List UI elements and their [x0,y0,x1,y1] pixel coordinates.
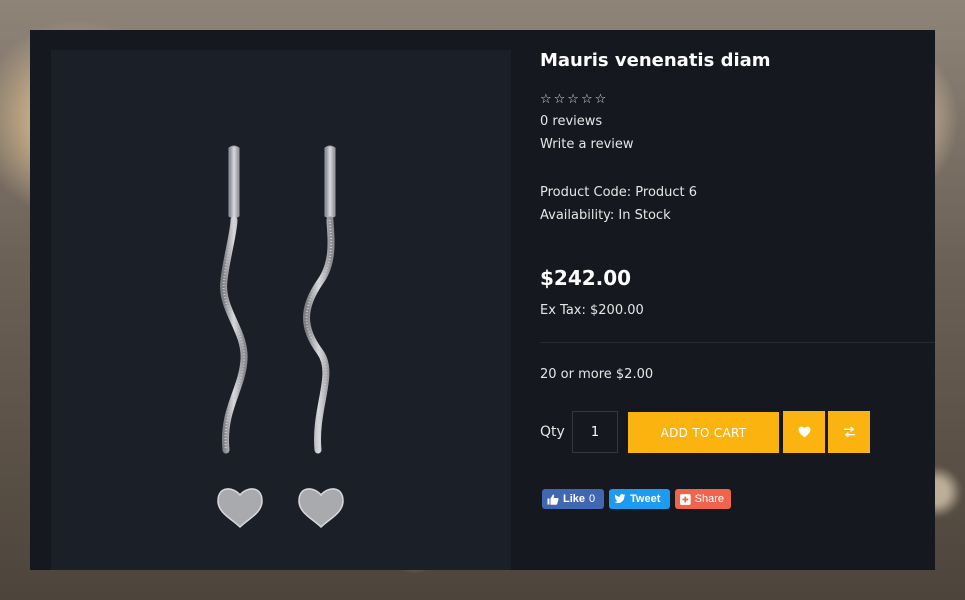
product-price: $242.00 [540,266,632,290]
ex-tax-price: Ex Tax: $200.00 [540,303,644,318]
add-to-cart-button[interactable]: ADD TO CART [628,412,779,453]
twitter-bird-icon [614,494,626,503]
compare-button[interactable] [828,411,870,453]
tweet-label: Tweet [630,493,661,505]
availability: Availability: In Stock [540,208,671,223]
divider [540,342,935,343]
left-earring [217,145,263,529]
thumbs-up-icon [547,494,559,505]
product-title: Mauris venenatis diam [540,50,771,71]
like-label: Like [563,493,586,505]
write-review-link[interactable]: Write a review [540,137,634,152]
qty-input[interactable] [572,411,618,453]
share-button[interactable]: Share [675,489,731,509]
qty-label: Qty [540,424,565,440]
share-label: Share [694,493,724,505]
reviews-link[interactable]: 0 reviews [540,114,602,129]
heart-icon [798,426,810,438]
quantity-discount: 20 or more $2.00 [540,367,654,382]
tweet-button[interactable]: Tweet [609,489,670,509]
right-earring [298,145,344,529]
product-image[interactable] [51,50,511,570]
add-to-wishlist-button[interactable] [783,411,825,453]
like-count: 0 [589,493,596,505]
product-code: Product Code: Product 6 [540,185,698,200]
earrings-image [217,145,344,529]
plus-icon [680,493,691,505]
rating-stars: ☆☆☆☆☆ [540,92,609,107]
compare-arrows-icon [843,426,855,438]
facebook-like-button[interactable]: Like 0 [542,489,604,509]
social-share-bar: Like 0 Tweet Share [542,489,731,509]
product-panel: Mauris venenatis diam ☆☆☆☆☆ 0 reviews Wr… [30,30,935,570]
